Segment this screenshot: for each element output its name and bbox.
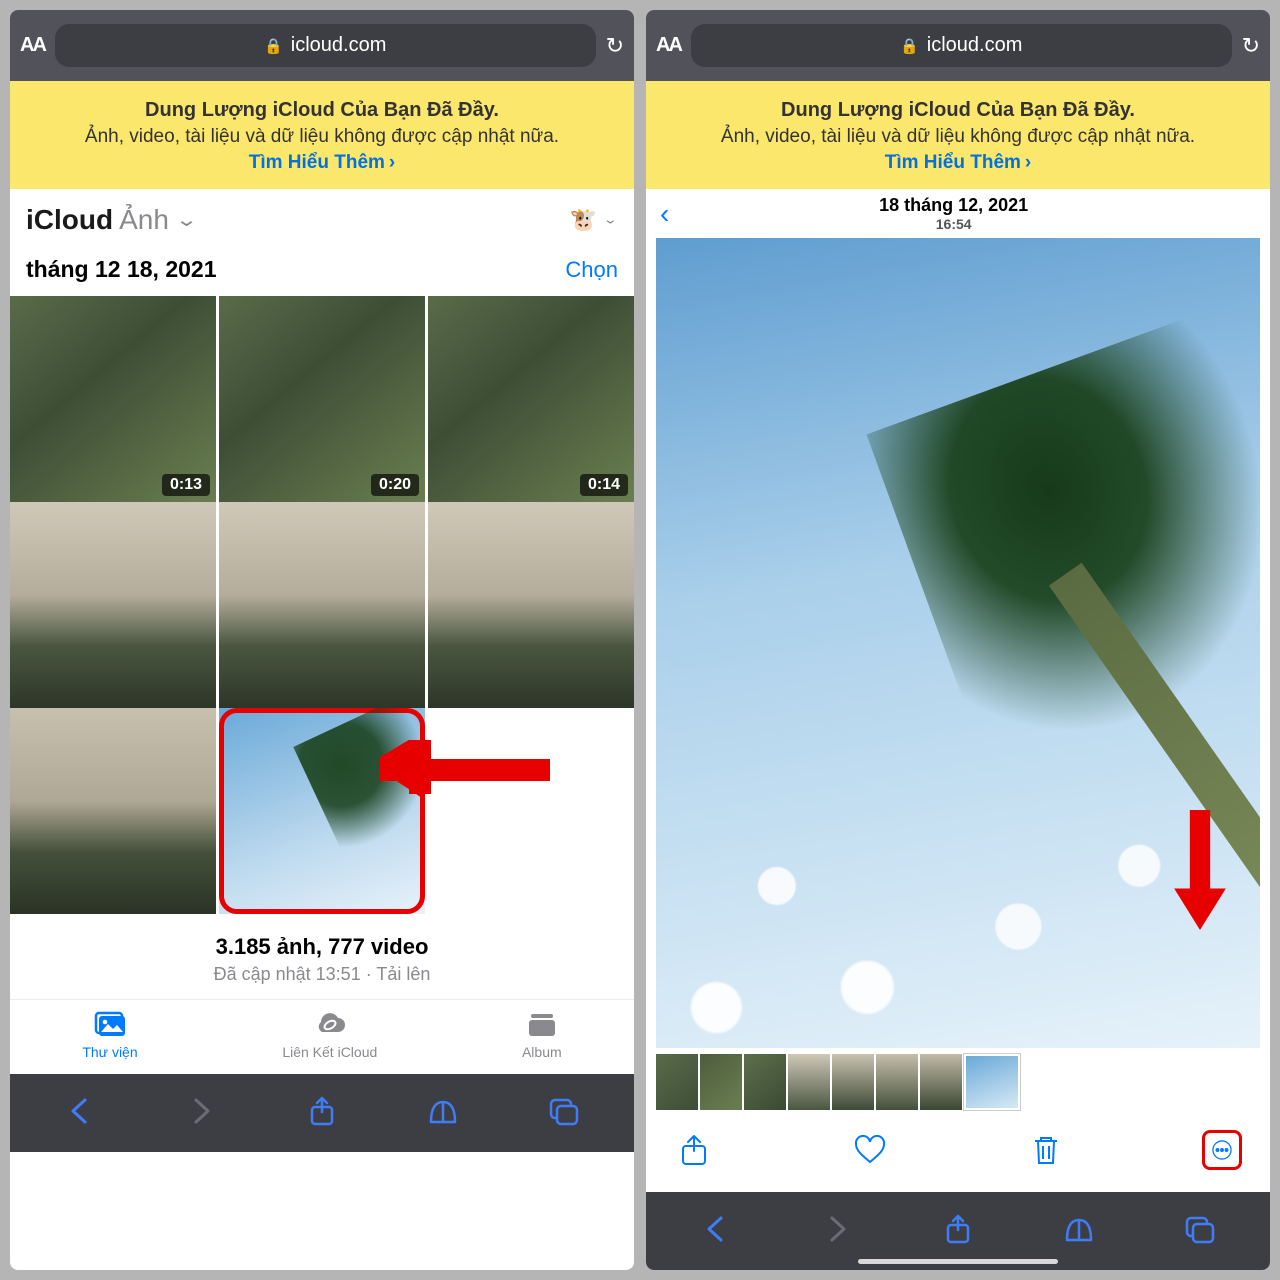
photo-date: 18 tháng 12, 2021: [679, 195, 1228, 216]
app-header: iCloud Ảnh ⌄ 🐮 ⌄: [10, 189, 634, 246]
video-duration: 0:13: [162, 474, 210, 496]
forward-button[interactable]: [817, 1212, 857, 1246]
video-duration: 0:14: [580, 474, 628, 496]
video-duration: 0:20: [371, 474, 419, 496]
photo-viewer[interactable]: [656, 238, 1260, 1048]
chevron-right-icon: ›: [389, 150, 395, 176]
app-title-dropdown[interactable]: iCloud Ảnh ⌄: [26, 203, 198, 236]
tab-bar: Thư viện Liên Kết iCloud Album: [10, 999, 634, 1074]
safari-address-bar: AA 🔒 icloud.com ↻: [10, 10, 634, 81]
banner-subtitle: Ảnh, video, tài liệu và dữ liệu không đư…: [30, 124, 614, 150]
chevron-down-icon: ⌄: [175, 208, 198, 231]
lock-icon: 🔒: [264, 37, 283, 55]
app-subtitle: Ảnh: [119, 204, 169, 236]
photo-thumbnail[interactable]: [219, 502, 425, 708]
tab-library[interactable]: Thư viện: [82, 1010, 137, 1060]
reload-button[interactable]: ↻: [1242, 33, 1260, 59]
banner-title: Dung Lượng iCloud Của Bạn Đã Đầy.: [30, 97, 614, 124]
back-button[interactable]: ‹: [660, 198, 679, 230]
library-icon: [93, 1010, 127, 1040]
storage-full-banner: Dung Lượng iCloud Của Bạn Đã Đầy. Ảnh, v…: [10, 81, 634, 189]
filmstrip-thumbnail[interactable]: [788, 1054, 830, 1110]
account-switcher[interactable]: 🐮 ⌄: [570, 207, 619, 233]
safari-toolbar: [10, 1074, 634, 1152]
tab-label: Thư viện: [82, 1044, 137, 1060]
share-button[interactable]: [674, 1130, 714, 1170]
photo-tools: [646, 1114, 1270, 1192]
share-button[interactable]: [302, 1094, 342, 1128]
photo-grid: 0:13 0:20 0:14: [10, 296, 634, 502]
select-button[interactable]: Chọn: [565, 257, 618, 283]
cloud-link-icon: [313, 1010, 347, 1040]
filmstrip-thumbnail[interactable]: [876, 1054, 918, 1110]
url-text: icloud.com: [927, 34, 1023, 57]
share-button[interactable]: [938, 1212, 978, 1246]
phone-left: AA 🔒 icloud.com ↻ Dung Lượng iCloud Của …: [10, 10, 634, 1270]
learn-more-link[interactable]: Tìm Hiểu Thêm ›: [885, 150, 1032, 176]
tab-label: Album: [522, 1044, 562, 1060]
more-button[interactable]: [1202, 1130, 1242, 1170]
filmstrip-thumbnail[interactable]: [744, 1054, 786, 1110]
video-thumbnail[interactable]: 0:14: [428, 296, 634, 502]
album-icon: [525, 1010, 559, 1040]
date-label: tháng 12 18, 2021: [26, 256, 217, 283]
delete-button[interactable]: [1026, 1130, 1066, 1170]
chevron-right-icon: ›: [1025, 150, 1031, 176]
photo-count: 3.185 ảnh, 777 video: [20, 934, 624, 960]
tab-album[interactable]: Album: [522, 1010, 562, 1060]
chevron-down-icon: ⌄: [603, 212, 618, 227]
filmstrip-thumbnail-current[interactable]: [964, 1054, 1020, 1110]
empty-cell: [428, 708, 634, 914]
filmstrip-thumbnail[interactable]: [920, 1054, 962, 1110]
photo-thumbnail[interactable]: [428, 502, 634, 708]
reload-button[interactable]: ↻: [606, 33, 624, 59]
text-size-button[interactable]: AA: [20, 34, 45, 57]
safari-toolbar: [646, 1192, 1270, 1270]
app-title: iCloud: [26, 204, 113, 236]
lock-icon: 🔒: [900, 37, 919, 55]
upload-status: Đã cập nhật 13:51 · Tải lên: [20, 964, 624, 985]
learn-more-link[interactable]: Tìm Hiểu Thêm ›: [249, 150, 396, 176]
bookmarks-button[interactable]: [1059, 1212, 1099, 1246]
banner-title: Dung Lượng iCloud Của Bạn Đã Đầy.: [666, 97, 1250, 124]
library-stats: 3.185 ảnh, 777 video Đã cập nhật 13:51 ·…: [10, 914, 634, 999]
home-indicator[interactable]: [222, 1259, 422, 1264]
filmstrip-thumbnail[interactable]: [832, 1054, 874, 1110]
home-indicator[interactable]: [858, 1259, 1058, 1264]
photo-thumbnail-highlighted[interactable]: [219, 708, 425, 914]
video-thumbnail[interactable]: 0:13: [10, 296, 216, 502]
filmstrip-thumbnail[interactable]: [656, 1054, 698, 1110]
storage-full-banner: Dung Lượng iCloud Của Bạn Đã Đầy. Ảnh, v…: [646, 81, 1270, 189]
phone-right: AA 🔒 icloud.com ↻ Dung Lượng iCloud Của …: [646, 10, 1270, 1270]
url-field[interactable]: 🔒 icloud.com: [691, 24, 1232, 67]
back-button[interactable]: [696, 1212, 736, 1246]
tabs-button[interactable]: [544, 1094, 584, 1128]
filmstrip-thumbnail[interactable]: [700, 1054, 742, 1110]
account-avatar-icon: 🐮: [570, 207, 597, 233]
favorite-button[interactable]: [850, 1130, 890, 1170]
detail-header: ‹ 18 tháng 12, 2021 16:54: [646, 189, 1270, 238]
url-field[interactable]: 🔒 icloud.com: [55, 24, 596, 67]
date-header: tháng 12 18, 2021 Chọn: [10, 246, 634, 296]
photo-time: 16:54: [679, 216, 1228, 232]
photo-thumbnail[interactable]: [10, 708, 216, 914]
forward-button[interactable]: [181, 1094, 221, 1128]
banner-subtitle: Ảnh, video, tài liệu và dữ liệu không đư…: [666, 124, 1250, 150]
photo-thumbnail[interactable]: [10, 502, 216, 708]
filmstrip: [646, 1048, 1270, 1114]
tab-icloud-link[interactable]: Liên Kết iCloud: [282, 1010, 377, 1060]
text-size-button[interactable]: AA: [656, 34, 681, 57]
tabs-button[interactable]: [1180, 1212, 1220, 1246]
url-text: icloud.com: [291, 34, 387, 57]
safari-address-bar: AA 🔒 icloud.com ↻: [646, 10, 1270, 81]
video-thumbnail[interactable]: 0:20: [219, 296, 425, 502]
tab-label: Liên Kết iCloud: [282, 1044, 377, 1060]
bookmarks-button[interactable]: [423, 1094, 463, 1128]
tutorial-highlight: [219, 708, 425, 914]
back-button[interactable]: [60, 1094, 100, 1128]
